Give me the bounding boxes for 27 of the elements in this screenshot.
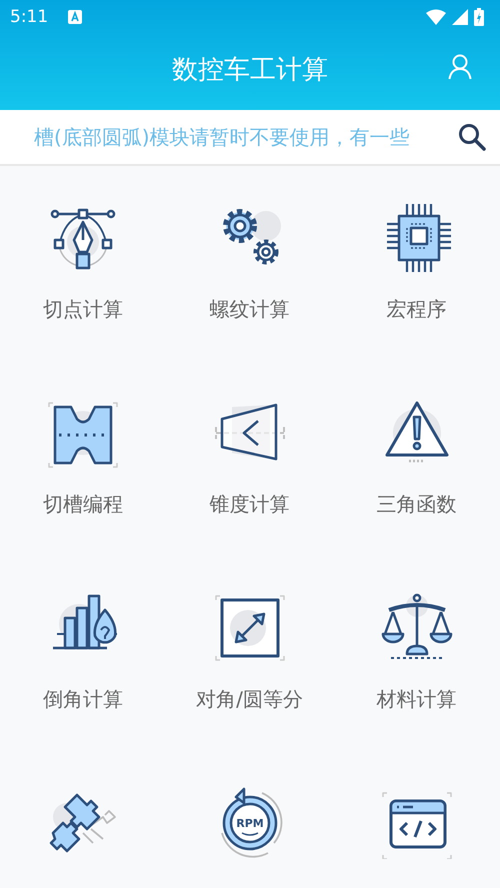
app-title: 数控车工计算 <box>172 54 328 86</box>
tool-label: 材料计算 <box>376 686 456 713</box>
tool-label: 宏程序 <box>386 296 446 323</box>
tool-tile[interactable]: 宏程序 <box>333 166 500 361</box>
tool-tile[interactable]: 切槽编程 <box>0 361 166 556</box>
tool-tile[interactable]: 螺纹计算 <box>166 166 333 361</box>
tool-label: 三角函数 <box>376 491 456 518</box>
notification-icon <box>68 10 82 24</box>
tool-label: 倒角计算 <box>43 686 123 713</box>
signal-icon <box>452 9 468 25</box>
wifi-icon <box>426 9 446 25</box>
notice-text: 槽(底部圆弧)模块请暂时不要使用，有一些 <box>34 124 411 150</box>
tool-tile[interactable]: RPM <box>166 751 333 888</box>
search-icon[interactable] <box>458 123 486 151</box>
tool-tile[interactable]: 切点计算 <box>0 166 166 361</box>
tool-label: 锥度计算 <box>210 491 290 518</box>
tool-label: 螺纹计算 <box>210 296 290 323</box>
tool-tile[interactable]: 三角函数 <box>333 361 500 556</box>
tool-tile[interactable]: 对角/圆等分 <box>166 556 333 751</box>
tool-tile[interactable]: 材料计算 <box>333 556 500 751</box>
tool-label: 切点计算 <box>43 296 123 323</box>
tool-label: 对角/圆等分 <box>196 686 303 713</box>
tool-tile[interactable]: 锥度计算 <box>166 361 333 556</box>
tool-tile[interactable]: 倒角计算 <box>0 556 166 751</box>
tool-label: 切槽编程 <box>43 491 123 518</box>
battery-icon <box>474 8 484 26</box>
status-time: 5:11 <box>10 7 48 27</box>
